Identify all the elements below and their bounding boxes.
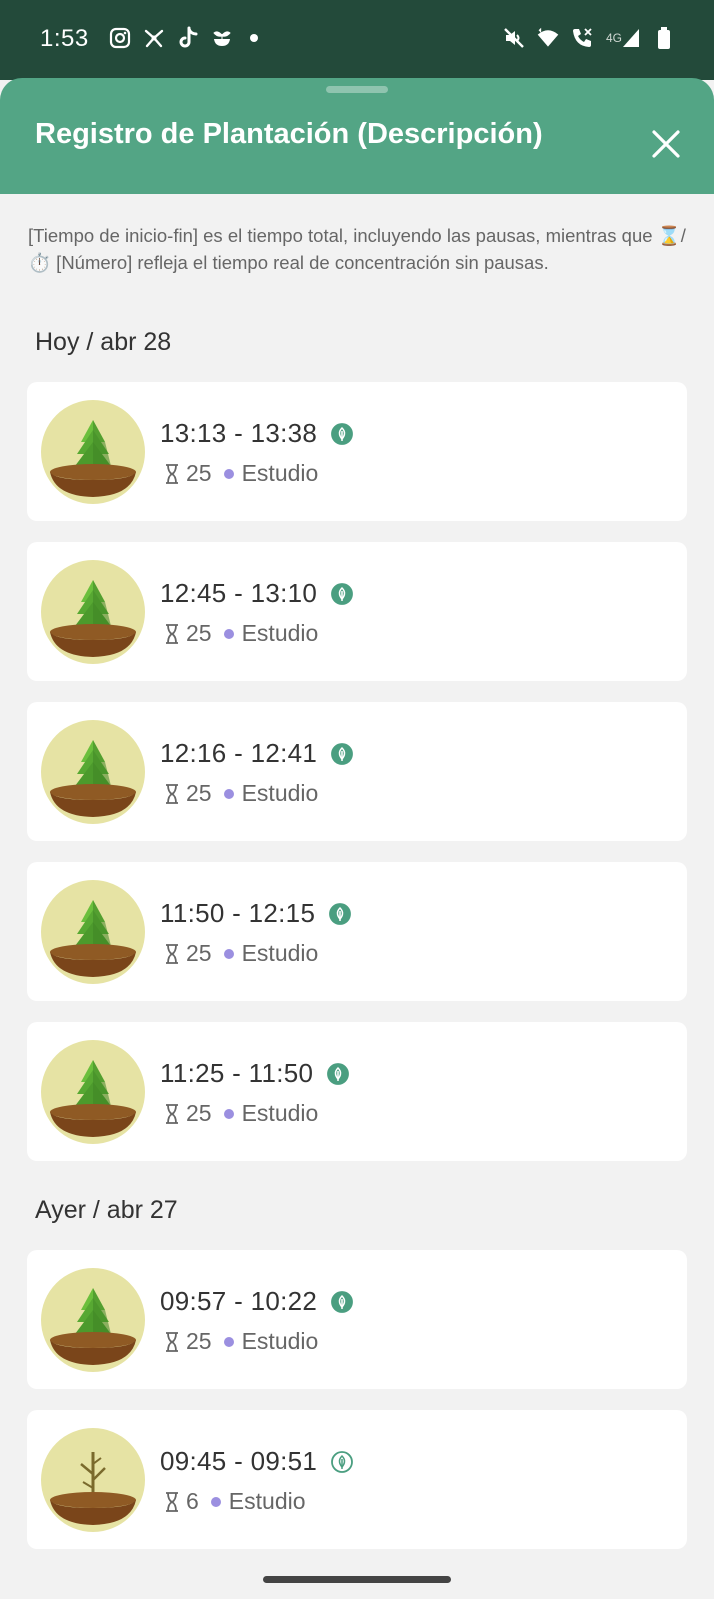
time-range-text: 09:45 - 09:51 [160,1446,318,1476]
close-button[interactable] [648,126,684,162]
plant-record-card[interactable]: 11:50 - 12:15 25 Estudio [27,862,687,1001]
time-range: 09:45 - 09:51 [160,1446,354,1477]
time-range-text: 09:57 - 10:22 [160,1286,318,1316]
tag-label: Estudio [241,780,319,806]
mute-icon [502,26,526,50]
tag-color-dot [223,628,234,639]
status-time: 1:53 [40,25,89,52]
hourglass-icon [164,1331,180,1353]
time-range: 11:25 - 11:50 [160,1058,350,1089]
status-bar: 1:53 4G [0,0,714,80]
network-type: 4G [605,31,622,45]
hourglass-icon [164,463,180,485]
tree-icon [41,400,145,504]
focus-duration: 25 [186,1100,212,1126]
leaf-icon [331,742,354,765]
tag-label: Estudio [241,460,319,486]
time-range: 12:45 - 13:10 [160,578,354,609]
drag-handle[interactable] [326,86,388,93]
section-date-label: Ayer / abr 27 [35,1196,178,1224]
leaf-icon [331,1450,354,1473]
description-text: [Tiempo de inicio-fin] es el tiempo tota… [28,225,686,273]
plant-record-card[interactable]: 12:45 - 13:10 25 Estudio [27,542,687,681]
time-range: 13:13 - 13:38 [160,418,354,449]
leaf-icon [331,582,354,605]
focus-duration: 25 [186,620,212,646]
time-range: 11:50 - 12:15 [160,898,352,929]
tiktok-icon [176,26,200,50]
tag-color-dot [223,788,234,799]
record-meta: 25 Estudio [164,460,318,487]
time-range-text: 12:16 - 12:41 [160,738,318,768]
plant-record-card[interactable]: 13:13 - 13:38 25 Estudio [27,382,687,521]
focus-duration: 6 [186,1488,199,1514]
gesture-nav-bar[interactable] [263,1576,451,1583]
tree-icon [41,880,145,984]
hourglass-icon [164,783,180,805]
tag-label: Estudio [241,620,319,646]
focus-duration: 25 [186,780,212,806]
tag-label: Estudio [228,1488,306,1514]
hourglass-icon [164,1103,180,1125]
page-title: Registro de Plantación (Descripción) [35,118,543,150]
tree-icon [41,720,145,824]
wifi-icon [536,26,560,50]
tree-icon [41,1268,145,1372]
tag-color-dot [223,948,234,959]
record-meta: 25 Estudio [164,1328,318,1355]
tree-icon [41,1040,145,1144]
signal-icon: 4G [604,26,642,50]
hourglass-icon [164,943,180,965]
leaf-icon [331,1290,354,1313]
tree-icon [41,560,145,664]
tag-label: Estudio [241,940,319,966]
withered-tree-icon [41,1428,145,1532]
close-icon [652,130,680,158]
tag-label: Estudio [241,1328,319,1354]
time-range-text: 12:45 - 13:10 [160,578,318,608]
tag-color-dot [223,468,234,479]
pinwheel-icon [142,26,166,50]
focus-duration: 25 [186,460,212,486]
hourglass-icon [164,623,180,645]
system-icons: 4G [502,26,676,50]
time-range-text: 11:25 - 11:50 [160,1058,314,1088]
record-meta: 25 Estudio [164,1100,318,1127]
call-icon [570,26,594,50]
tag-color-dot [210,1496,221,1507]
more-notifications-dot [250,34,258,42]
plant-record-card[interactable]: 12:16 - 12:41 25 Estudio [27,702,687,841]
plant-record-card[interactable]: 09:45 - 09:51 6 Estudio [27,1410,687,1549]
leaf-icon [331,422,354,445]
time-range-text: 11:50 - 12:15 [160,898,316,928]
time-range-text: 13:13 - 13:38 [160,418,318,448]
notification-icons [108,26,258,50]
time-range: 12:16 - 12:41 [160,738,354,769]
battery-icon [652,26,676,50]
record-meta: 25 Estudio [164,780,318,807]
sprout-icon [210,26,234,50]
record-meta: 25 Estudio [164,620,318,647]
section-date-label: Hoy / abr 28 [35,328,172,356]
instagram-icon [108,26,132,50]
plant-record-card[interactable]: 09:57 - 10:22 25 Estudio [27,1250,687,1389]
time-range: 09:57 - 10:22 [160,1286,354,1317]
record-meta: 6 Estudio [164,1488,306,1515]
sheet-header: Registro de Plantación (Descripción) [0,78,714,194]
tag-color-dot [223,1336,234,1347]
tag-color-dot [223,1108,234,1119]
hourglass-icon [164,1491,180,1513]
leaf-icon [329,902,352,925]
tag-label: Estudio [241,1100,319,1126]
leaf-icon [327,1062,350,1085]
plant-record-card[interactable]: 11:25 - 11:50 25 Estudio [27,1022,687,1161]
focus-duration: 25 [186,1328,212,1354]
record-meta: 25 Estudio [164,940,318,967]
focus-duration: 25 [186,940,212,966]
